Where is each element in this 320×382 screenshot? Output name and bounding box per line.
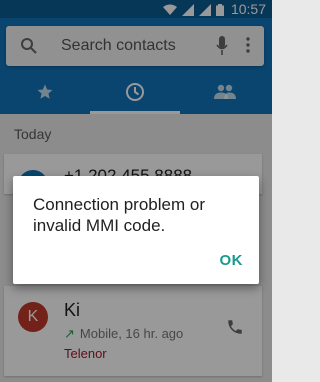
mmi-error-dialog: Connection problem or invalid MMI code. … [13,176,259,284]
ok-button[interactable]: OK [220,252,244,269]
dialog-message: Connection problem or invalid MMI code. [33,195,205,235]
